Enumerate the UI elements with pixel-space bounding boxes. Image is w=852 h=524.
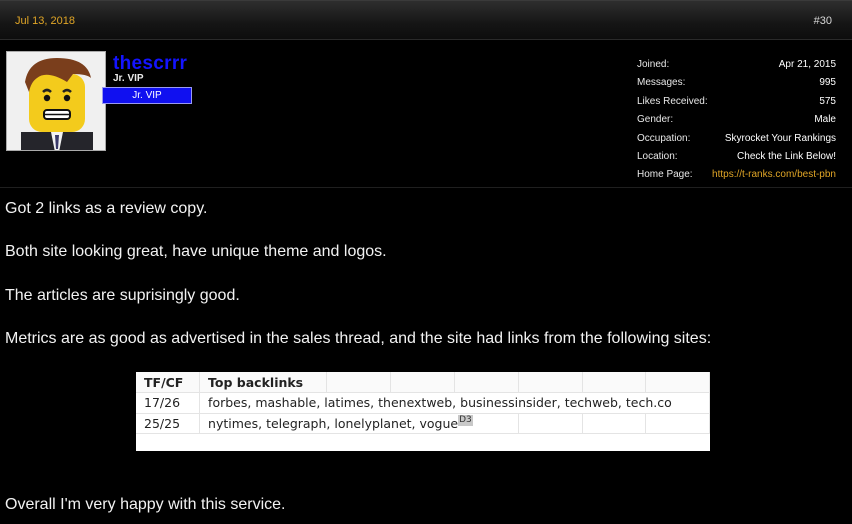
empty-cell: [518, 413, 583, 434]
message-paragraph: Overall I'm very happy with this service…: [5, 496, 286, 513]
stat-label: Occupation:: [637, 132, 691, 144]
homepage-link[interactable]: https://t-ranks.com/best-pbn: [712, 166, 836, 184]
stat-likes: Likes Received: 575: [637, 93, 836, 111]
empty-cell: [645, 372, 710, 393]
empty-cell: [582, 372, 647, 393]
stat-occupation: Occupation: Skyrocket Your Rankings: [637, 130, 836, 148]
empty-cell: [454, 372, 519, 393]
table-row: 25/25 nytimes, telegraph, lonelyplanet, …: [136, 413, 710, 434]
message-paragraph: Got 2 links as a review copy.: [5, 200, 208, 217]
stat-label: Location:: [637, 150, 678, 162]
stat-messages: Messages: 995: [637, 74, 836, 92]
cell-marker: D3: [458, 415, 473, 427]
user-info: thescrrr Jr. VIP Jr. VIP Joined: Apr 21,…: [0, 40, 852, 188]
table-cell: 25/25: [136, 413, 201, 434]
empty-cell: [582, 413, 647, 434]
user-title: Jr. VIP: [113, 73, 144, 84]
stat-joined: Joined: Apr 21, 2015: [637, 56, 836, 74]
stat-value: Skyrocket Your Rankings: [724, 132, 836, 144]
user-stats: Joined: Apr 21, 2015 Messages: 995 Likes…: [637, 56, 836, 185]
post-date: Jul 13, 2018: [15, 15, 75, 27]
post-permalink[interactable]: #30: [814, 15, 832, 27]
stat-value: Apr 21, 2015: [778, 59, 836, 70]
rank-badge: Jr. VIP: [102, 87, 192, 104]
empty-cell: [645, 413, 710, 434]
stat-gender: Gender: Male: [637, 111, 836, 129]
stat-value[interactable]: 995: [819, 74, 836, 92]
table-cell-text: nytimes, telegraph, lonelyplanet, vogue: [208, 416, 459, 432]
stat-location: Location: Check the Link Below!: [637, 148, 836, 166]
backlinks-table: TF/CF Top backlinks 17/26 forbes, mashab…: [136, 372, 710, 434]
stat-label: Likes Received:: [637, 95, 708, 107]
username-link[interactable]: thescrrr: [113, 53, 187, 75]
stat-label: Messages:: [637, 77, 686, 89]
table-cell: nytimes, telegraph, lonelyplanet, vogueD…: [199, 413, 519, 434]
backlinks-table-image: TF/CF Top backlinks 17/26 forbes, mashab…: [136, 372, 710, 451]
empty-cell: [390, 372, 455, 393]
header-cell: Top backlinks: [199, 372, 328, 393]
table-header-row: TF/CF Top backlinks: [136, 372, 710, 393]
post-header: Jul 13, 2018 #30: [0, 0, 852, 40]
empty-cell: [326, 372, 391, 393]
stat-label: Joined:: [637, 59, 670, 70]
stat-value: Male: [814, 114, 836, 126]
stat-value: 575: [819, 95, 836, 107]
message-paragraph: The articles are suprisingly good.: [5, 287, 240, 304]
stat-homepage: Home Page: https://t-ranks.com/best-pbn: [637, 166, 836, 184]
table-cell: forbes, mashable, latimes, thenextweb, b…: [199, 392, 710, 414]
stat-label: Home Page:: [637, 169, 693, 181]
stat-label: Gender:: [637, 114, 674, 126]
message-paragraph: Both site looking great, have unique the…: [5, 243, 387, 260]
message-paragraph: Metrics are as good as advertised in the…: [5, 330, 712, 347]
stat-value: Check the Link Below!: [737, 150, 836, 162]
table-cell: 17/26: [136, 392, 201, 414]
empty-cell: [518, 372, 583, 393]
header-cell: TF/CF: [136, 372, 201, 393]
table-row: 17/26 forbes, mashable, latimes, thenext…: [136, 392, 710, 414]
avatar-image: [7, 52, 105, 150]
avatar[interactable]: [6, 51, 106, 151]
